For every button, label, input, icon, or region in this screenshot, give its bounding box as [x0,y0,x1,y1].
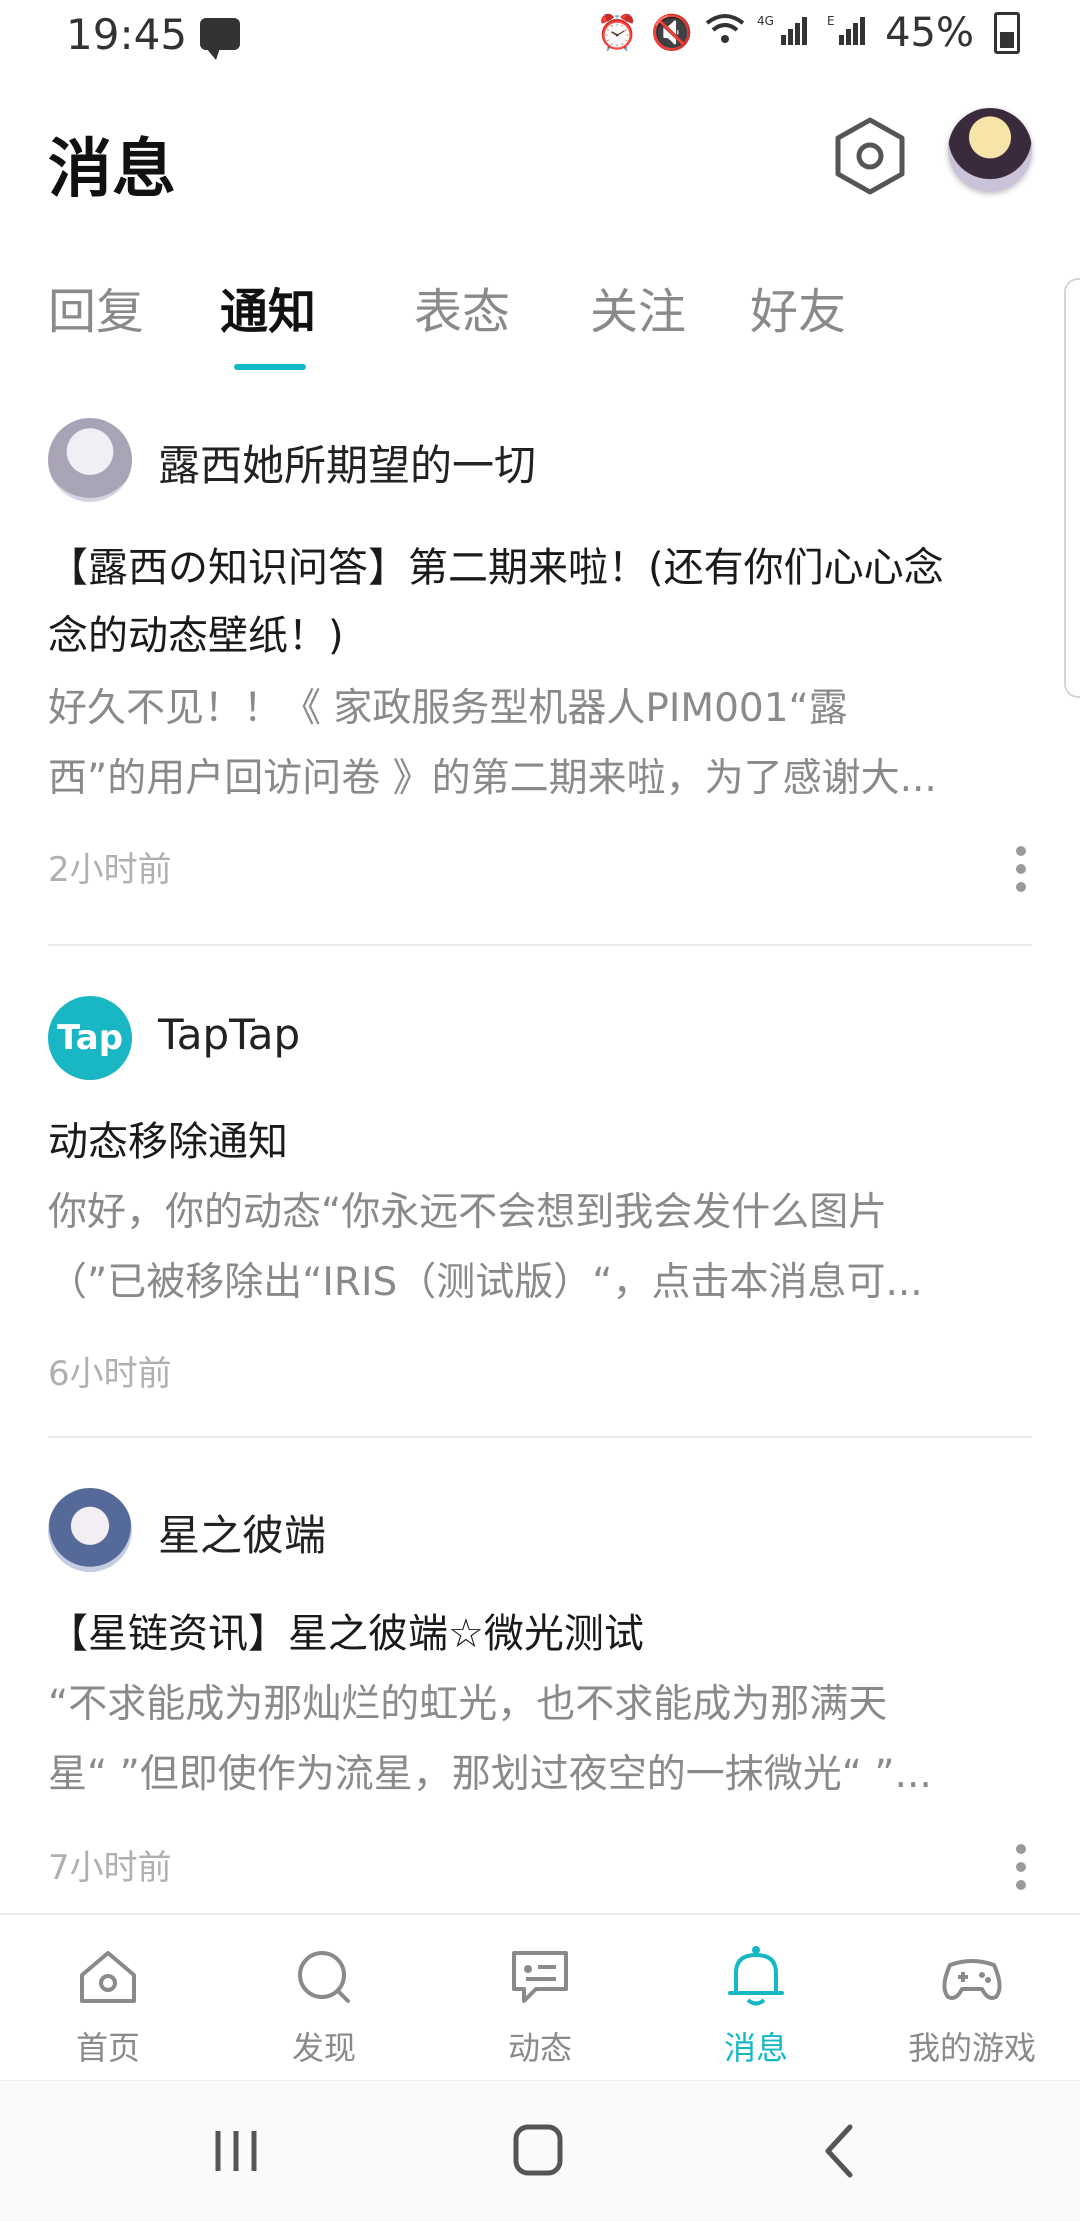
nav-label: 动态 [507,2029,572,2067]
status-time: 19:45 [66,10,188,59]
more-options-icon[interactable] [1016,1844,1026,1898]
svg-text:4G: 4G [757,14,774,28]
nav-label: 消息 [723,2029,788,2067]
body-line: 西”的用户回访问卷 》的第二期来啦，为了感谢大... [48,756,937,801]
page-title: 消息 [48,133,176,207]
sender-name[interactable]: 露西她所期望的一切 [158,432,536,493]
signal-e-icon: E [827,13,873,54]
body-line: 你好，你的动态“你永远不会想到我会发什么图片 [48,1190,888,1235]
user-avatar[interactable] [948,108,1032,192]
tab-friends[interactable]: 好友 [750,272,846,342]
body-line: （”已被移除出“IRIS（测试版）“，点击本消息可... [48,1260,923,1305]
sender-avatar[interactable] [48,418,132,502]
title-line: 【露西の知识问答】第二期来啦！(还有你们心心念 [48,545,944,591]
body-line: “不求能成为那灿烂的虹光，也不求能成为那满天 [48,1682,888,1727]
notification-item[interactable]: Tap TapTap 动态移除通知 你好，你的动态“你永远不会想到我会发什么图片… [48,996,1032,1416]
battery-icon [994,12,1020,54]
nav-my-games[interactable]: 我的游戏 [864,1915,1080,2081]
nav-label: 发现 [291,2029,356,2067]
notification-time: 2小时前 [48,850,172,890]
settings-button[interactable] [828,114,912,198]
home-button-icon[interactable] [498,2121,578,2181]
discover-icon [298,1951,350,2003]
back-icon[interactable] [800,2121,880,2181]
tab-reply[interactable]: 回复 [48,272,144,342]
notification-title: 【露西の知识问答】第二期来啦！(还有你们心心念 念的动态壁纸！) [48,534,1032,670]
svg-text:E: E [827,14,835,28]
title-line: 【星链资讯】星之彼端☆微光测试 [48,1611,644,1657]
scrollbar[interactable] [1064,278,1080,698]
sender-name[interactable]: 星之彼端 [158,1502,326,1563]
settings-hex-icon [835,117,905,195]
body-line: 好久不见！！《 家政服务型机器人PIM001“露 [48,686,848,731]
logo-text: Tap [56,1018,124,1058]
title-line: 念的动态壁纸！) [48,613,344,659]
feed-icon [512,1951,568,2003]
notification-title: 动态移除通知 [48,1108,1032,1176]
bottom-navigation: 首页 发现 动态 消息 我的游戏 [0,1913,1080,2081]
notification-title: 【星链资讯】星之彼端☆微光测试 [48,1600,1032,1668]
wifi-icon [705,13,745,54]
notification-item[interactable]: 星之彼端 【星链资讯】星之彼端☆微光测试 “不求能成为那灿烂的虹光，也不求能成为… [48,1488,1032,1908]
body-line: 星“ ”但即使作为流星，那划过夜空的一抹微光“ ”... [48,1752,932,1797]
tab-follow[interactable]: 关注 [590,272,686,342]
nav-home[interactable]: 首页 [0,1915,216,2081]
nav-messages[interactable]: 消息 [648,1915,864,2081]
active-tab-indicator [234,364,306,370]
title-line: 动态移除通知 [48,1119,288,1165]
tab-notice[interactable]: 通知 [220,272,316,342]
divider [48,1436,1032,1438]
sender-avatar[interactable] [48,1488,132,1572]
tab-reactions[interactable]: 表态 [414,272,510,342]
notification-time: 6小时前 [48,1354,172,1394]
signal-icon: 4G [757,13,815,54]
notification-item[interactable]: 露西她所期望的一切 【露西の知识问答】第二期来啦！(还有你们心心念 念的动态壁纸… [48,418,1032,908]
taptap-logo-icon[interactable]: Tap [48,996,132,1080]
alarm-icon: ⏰ [596,13,639,53]
battery-percent: 45% [885,10,974,56]
sender-name[interactable]: TapTap [158,1010,300,1059]
mute-icon: 🔇 [650,13,694,53]
chat-icon [200,18,240,60]
notification-body: 你好，你的动态“你永远不会想到我会发什么图片 （”已被移除出“IRIS（测试版）… [48,1178,1008,1318]
nav-label: 我的游戏 [907,2029,1036,2067]
recent-apps-icon[interactable] [196,2121,276,2181]
status-bar: 19:45 ⏰ 🔇 4G E 45% [0,0,1080,72]
status-icons: ⏰ 🔇 4G E 45% [596,10,1020,56]
divider [48,944,1032,946]
nav-discover[interactable]: 发现 [216,1915,432,2081]
home-icon [80,1951,136,2003]
notification-body: “不求能成为那灿烂的虹光，也不求能成为那满天 星“ ”但即使作为流星，那划过夜空… [48,1670,1008,1810]
system-navigation-bar [0,2080,1080,2221]
gamepad-icon [942,1959,1002,2000]
notification-body: 好久不见！！《 家政服务型机器人PIM001“露 西”的用户回访问卷 》的第二期… [48,674,1008,814]
notification-time: 7小时前 [48,1848,172,1888]
nav-label: 首页 [75,2029,140,2067]
more-options-icon[interactable] [1016,846,1026,900]
nav-feed[interactable]: 动态 [432,1915,648,2081]
bell-icon [728,1946,784,2006]
